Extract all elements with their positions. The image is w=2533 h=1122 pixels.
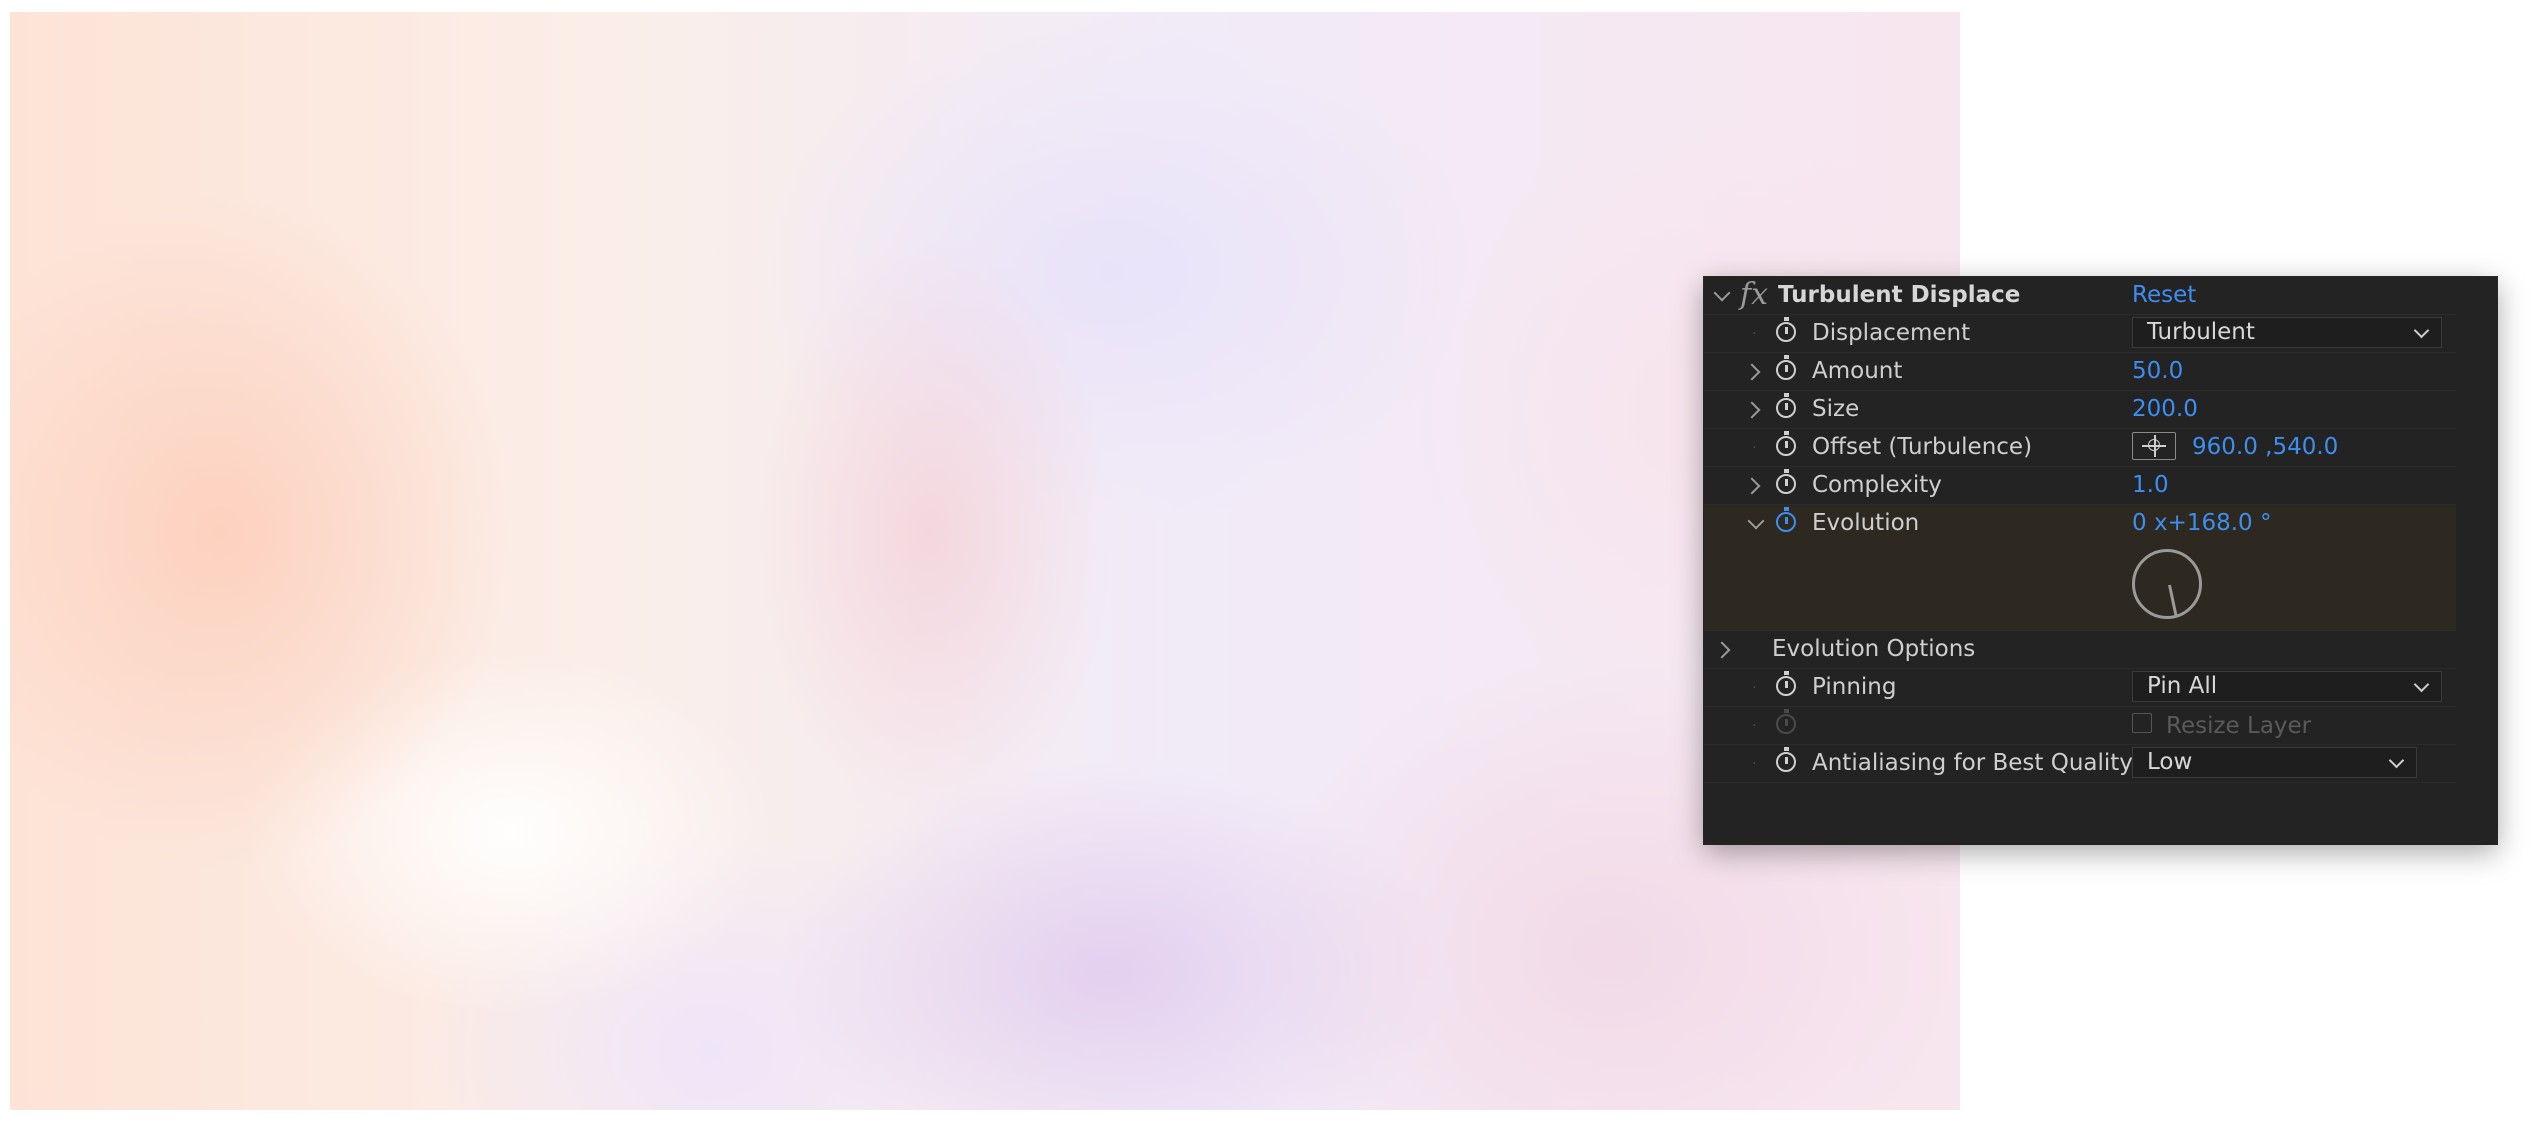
- stopwatch-icon[interactable]: [1776, 393, 1796, 418]
- chevron-right-icon[interactable]: [1743, 477, 1761, 495]
- property-row-complexity: Complexity 1.0: [1704, 467, 2456, 505]
- stopwatch-icon[interactable]: [1776, 507, 1796, 532]
- row-dot: ·: [1752, 326, 1757, 342]
- dropdown-value: Pin All: [2147, 673, 2218, 699]
- stopwatch-icon[interactable]: [1776, 747, 1796, 772]
- property-row-antialiasing: · Antialiasing for Best Quality Low: [1704, 745, 2456, 783]
- pinning-dropdown[interactable]: Pin All: [2132, 671, 2442, 702]
- checkbox-icon[interactable]: [2132, 713, 2152, 733]
- chevron-right-icon[interactable]: [1713, 641, 1731, 659]
- chevron-right-icon[interactable]: [1743, 363, 1761, 381]
- composition-preview: [10, 12, 1960, 1110]
- chevron-down-icon: [2413, 676, 2430, 693]
- reset-link[interactable]: Reset: [2132, 282, 2196, 308]
- property-row-offset: · Offset (Turbulence) 960.0 ,540.0: [1704, 429, 2456, 467]
- property-label: Complexity: [1812, 472, 1942, 498]
- antialiasing-dropdown[interactable]: Low: [2132, 747, 2417, 778]
- effect-property-list: fx Turbulent Displace Reset · Displaceme…: [1704, 277, 2456, 783]
- effect-header-row[interactable]: fx Turbulent Displace Reset: [1704, 277, 2456, 315]
- stopwatch-icon[interactable]: [1776, 671, 1796, 696]
- evolution-value[interactable]: 0 x+168.0 °: [2132, 510, 2271, 536]
- displacement-dropdown[interactable]: Turbulent: [2132, 317, 2442, 348]
- row-dot: ·: [1752, 440, 1757, 456]
- property-row-size: Size 200.0: [1704, 391, 2456, 429]
- stopwatch-icon[interactable]: [1776, 355, 1796, 380]
- property-label: Offset (Turbulence): [1812, 434, 2033, 460]
- property-row-resize-layer: · Resize Layer: [1704, 707, 2456, 745]
- chevron-right-icon[interactable]: [1743, 401, 1761, 419]
- chevron-down-icon[interactable]: [1713, 284, 1731, 302]
- stopwatch-icon[interactable]: [1776, 317, 1796, 342]
- property-row-evolution-options: Evolution Options: [1704, 631, 2456, 669]
- property-row-pinning: · Pinning Pin All: [1704, 669, 2456, 707]
- property-label: Size: [1812, 396, 1860, 422]
- chevron-down-icon: [2413, 322, 2430, 339]
- crosshair-icon[interactable]: [2132, 432, 2176, 460]
- property-group-label[interactable]: Evolution Options: [1772, 636, 1975, 662]
- row-dot: ·: [1752, 718, 1757, 734]
- property-row-evolution: Evolution 0 x+168.0 °: [1704, 505, 2456, 631]
- property-label: Antialiasing for Best Quality: [1812, 750, 2133, 776]
- dropdown-value: Low: [2147, 749, 2193, 775]
- complexity-value[interactable]: 1.0: [2132, 472, 2169, 498]
- property-label: Amount: [1812, 358, 1903, 384]
- row-dot: ·: [1752, 756, 1757, 772]
- chevron-down-icon: [2388, 752, 2405, 769]
- stopwatch-icon[interactable]: [1776, 469, 1796, 494]
- angle-dial-icon[interactable]: [2132, 549, 2202, 619]
- dial-hand: [2168, 584, 2178, 617]
- row-dot: ·: [1752, 680, 1757, 696]
- property-label: Displacement: [1812, 320, 1971, 346]
- property-row-displacement: · Displacement Turbulent: [1704, 315, 2456, 353]
- property-label: Evolution: [1812, 510, 1920, 536]
- effect-title: Turbulent Displace: [1778, 282, 2021, 308]
- stopwatch-icon: [1776, 709, 1796, 734]
- chevron-down-icon[interactable]: [1747, 512, 1765, 530]
- offset-value[interactable]: 960.0 ,540.0: [2192, 434, 2338, 460]
- stopwatch-icon[interactable]: [1776, 431, 1796, 456]
- resize-layer-label: Resize Layer: [2166, 713, 2312, 739]
- fx-icon[interactable]: fx: [1740, 277, 1768, 312]
- property-row-amount: Amount 50.0: [1704, 353, 2456, 391]
- effect-controls-panel: fx Turbulent Displace Reset · Displaceme…: [1704, 277, 2497, 844]
- amount-value[interactable]: 50.0: [2132, 358, 2183, 384]
- property-label: Pinning: [1812, 674, 1897, 700]
- dropdown-value: Turbulent: [2147, 319, 2255, 345]
- size-value[interactable]: 200.0: [2132, 396, 2198, 422]
